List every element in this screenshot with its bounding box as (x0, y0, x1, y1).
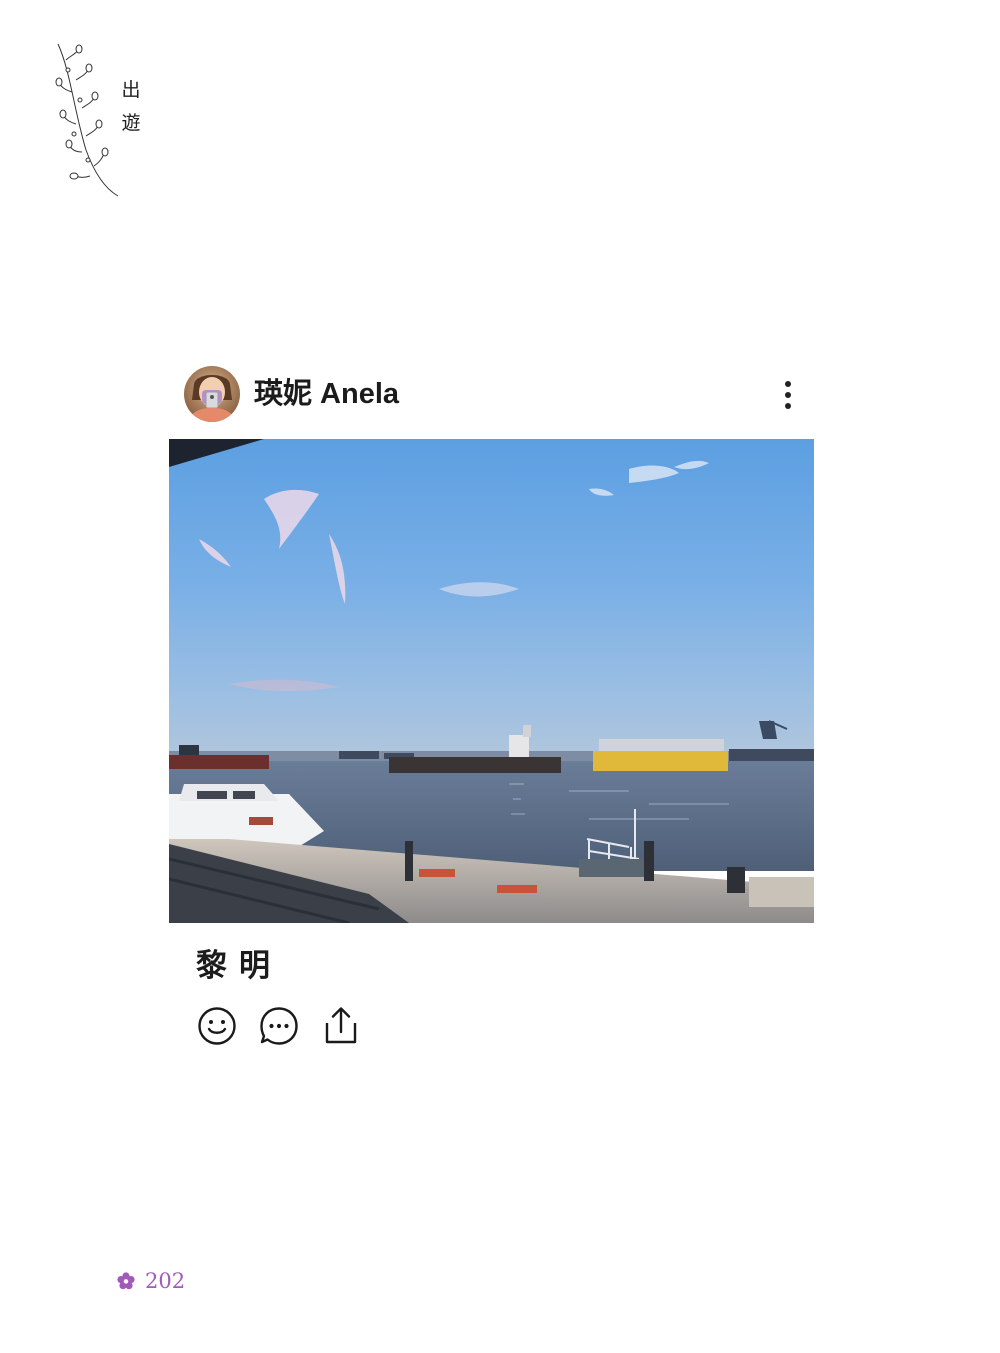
author-name[interactable]: 瑛妮 Anela (254, 376, 399, 412)
share-icon[interactable] (320, 1005, 362, 1047)
vine-ornament (55, 43, 119, 197)
smiley-icon[interactable] (196, 1005, 238, 1047)
post-caption: 黎明 (196, 948, 282, 984)
flower-icon (117, 1272, 135, 1290)
chapter-char: 遊 (121, 112, 141, 134)
avatar[interactable] (184, 366, 240, 422)
page-number-text: 202 (145, 1269, 186, 1293)
chapter-title: 出 遊 (118, 74, 144, 140)
post-photo[interactable] (169, 439, 814, 923)
page-number: 202 (117, 1266, 185, 1296)
post-header: 瑛妮 Anela (184, 366, 814, 424)
chapter-char: 出 (121, 79, 141, 101)
more-vertical-icon[interactable] (776, 378, 800, 412)
comment-icon[interactable] (258, 1005, 300, 1047)
post-actions (196, 1005, 376, 1049)
